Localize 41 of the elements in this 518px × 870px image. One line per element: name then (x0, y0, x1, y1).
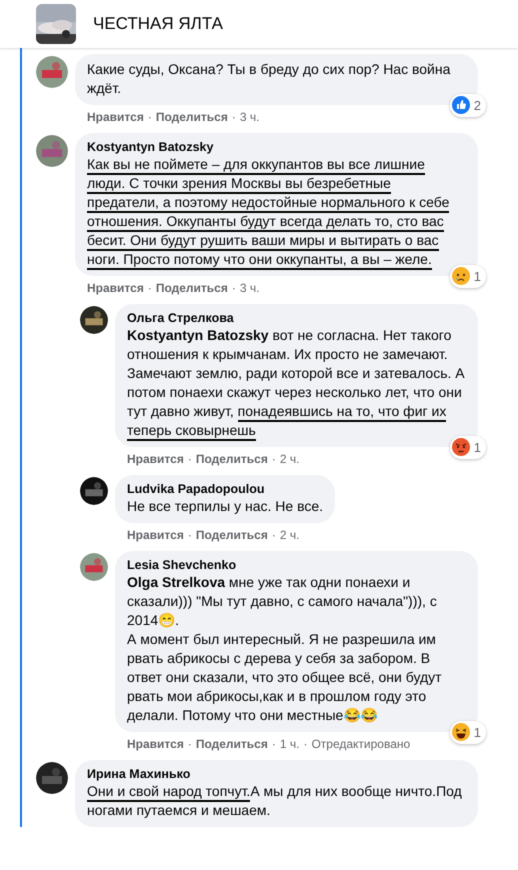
separator-dot: · (232, 109, 236, 126)
separator-dot: · (272, 527, 276, 544)
action-link[interactable]: Поделиться (196, 735, 268, 753)
separator-dot: · (188, 451, 192, 468)
separator-dot: · (303, 736, 308, 753)
comment-text: Olga Strelkova мне уже так одни понаехи и сказали))) "Мы тут давно, с самого начала"))), с 2014😁. А момент был интересный. Я не разрешила им рвать абрикосы с дерева у себя за забором. В ответ они сказали, что это общее всё, они будут рвать мои абрикосы,как и в прошлом году это делали. Потому что они местные😂😂 (127, 573, 443, 725)
comment-author[interactable]: Ирина Махинько (87, 766, 466, 782)
comment-text: Не все терпилы у нас. Не все. (127, 497, 324, 516)
comment-text: Они и свой народ топчут.А мы для них вообще ничто.Под ногами путаемся и мешаем. (87, 782, 463, 820)
action-link[interactable]: Нравится (127, 526, 184, 544)
action-link[interactable]: Нравится (87, 279, 144, 297)
reaction-badge[interactable]: 1 (450, 436, 486, 459)
separator-dot: · (148, 280, 152, 297)
separator-dot: · (148, 109, 152, 126)
comment-author[interactable]: Ольга Стрелкова (127, 310, 466, 326)
action-link[interactable]: Поделиться (196, 450, 268, 468)
comment-author[interactable]: Ludvika Papadopoulou (127, 481, 324, 497)
comment-time[interactable]: 2 ч. (280, 450, 300, 468)
reaction-badge[interactable]: 2 (450, 94, 486, 117)
action-link[interactable]: Нравится (87, 108, 144, 126)
separator-dot: · (188, 736, 192, 753)
edited-label: Отредактировано (311, 736, 410, 753)
reaction-badge[interactable]: 1 (450, 720, 486, 744)
group-title[interactable]: ЧЕСТНАЯ ЯЛТА (93, 11, 223, 37)
action-link[interactable]: Поделиться (156, 108, 228, 126)
comment-author[interactable]: Lesia Shevchenko (127, 557, 466, 573)
reaction-badge[interactable]: 1 (450, 264, 486, 288)
comment-text: Какие суды, Оксана? Ты в бреду до сих пор? Нас война ждёт. (87, 60, 452, 98)
separator-dot: · (272, 451, 276, 468)
action-link[interactable]: Нравится (127, 735, 184, 753)
action-link[interactable]: Поделиться (156, 279, 228, 297)
action-link[interactable]: Нравится (127, 450, 184, 468)
comment-time[interactable]: 3 ч. (240, 108, 260, 126)
separator-dot: · (272, 736, 276, 753)
comment-time[interactable]: 1 ч. (280, 735, 300, 753)
comment-time[interactable]: 3 ч. (240, 279, 260, 297)
comment-author[interactable]: Kostyantyn Batozsky (87, 139, 466, 155)
separator-dot: · (188, 527, 192, 544)
action-link[interactable]: Поделиться (196, 526, 268, 544)
separator-dot: · (232, 280, 236, 297)
comment-time[interactable]: 2 ч. (280, 526, 300, 544)
